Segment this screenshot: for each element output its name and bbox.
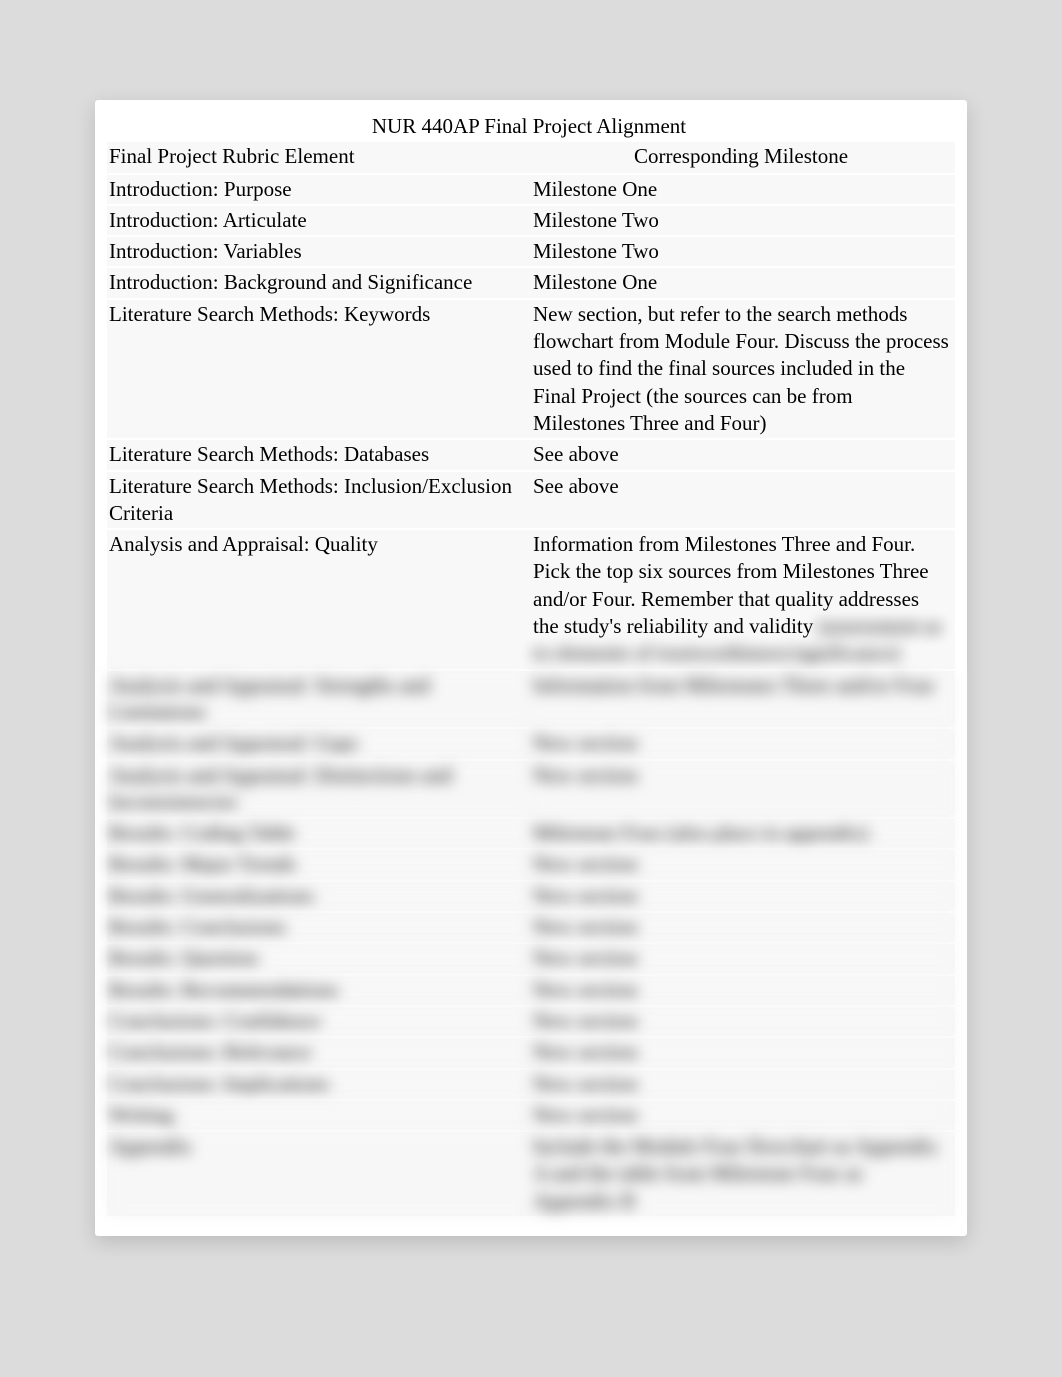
rubric-element-cell: Conclusions: Implications [107, 1069, 531, 1100]
table-row: Conclusions: RelevanceNew section [107, 1037, 955, 1068]
rubric-element-cell: Conclusions: Confidence [107, 1006, 531, 1037]
milestone-cell: Information from Milestones Three and/or… [531, 670, 955, 729]
table-row: Results: RecommendationsNew section [107, 975, 955, 1006]
rubric-element-cell: Introduction: Articulate [107, 205, 531, 236]
table-row: Results: GeneralizationsNew section [107, 881, 955, 912]
rubric-element-cell: Appendix [107, 1131, 531, 1217]
table-row: Results: Coding TableMilestone Four (als… [107, 818, 955, 849]
table-title-row: NUR 440AP Final Project Alignment [107, 112, 955, 142]
milestone-cell: Milestone One [531, 267, 955, 298]
rubric-element-cell: Analysis and Appraisal: Distinctions and… [107, 760, 531, 819]
rubric-element-cell: Introduction: Variables [107, 236, 531, 267]
milestone-cell: New section [531, 975, 955, 1006]
table-row: Introduction: Background and Significanc… [107, 267, 955, 298]
header-right: Corresponding Milestone [531, 142, 955, 173]
table-row: Analysis and Appraisal: QualityInformati… [107, 529, 955, 669]
table-row: Introduction: PurposeMilestone One [107, 174, 955, 205]
milestone-cell: Milestone Four (also place in appendix) [531, 818, 955, 849]
rubric-element-cell: Introduction: Background and Significanc… [107, 267, 531, 298]
rubric-element-cell: Results: Question [107, 943, 531, 974]
document-page: NUR 440AP Final Project Alignment Final … [95, 100, 967, 1236]
milestone-cell: New section [531, 1069, 955, 1100]
rubric-element-cell: Literature Search Methods: Inclusion/Exc… [107, 471, 531, 530]
table-row: WritingNew section [107, 1100, 955, 1131]
rubric-element-cell: Analysis and Appraisal: Strengths and Li… [107, 670, 531, 729]
milestone-cell: New section [531, 881, 955, 912]
milestone-cell: Information from Milestones Three and Fo… [531, 529, 955, 669]
table-row: Results: Major TrendsNew section [107, 849, 955, 880]
milestone-cell: New section [531, 1100, 955, 1131]
rubric-element-cell: Introduction: Purpose [107, 174, 531, 205]
milestone-cell: Include the Module Four flowchart as App… [531, 1131, 955, 1217]
milestone-cell: New section [531, 912, 955, 943]
table-row: Results: QuestionNew section [107, 943, 955, 974]
table-row: Conclusions: ConfidenceNew section [107, 1006, 955, 1037]
milestone-cell: New section, but refer to the search met… [531, 299, 955, 439]
table-row: Analysis and Appraisal: Distinctions and… [107, 760, 955, 819]
milestone-cell: Milestone One [531, 174, 955, 205]
table-row: AppendixInclude the Module Four flowchar… [107, 1131, 955, 1217]
milestone-cell: New section [531, 760, 955, 819]
milestone-cell: Milestone Two [531, 205, 955, 236]
table-row: Literature Search Methods: Inclusion/Exc… [107, 471, 955, 530]
rubric-element-cell: Results: Coding Table [107, 818, 531, 849]
milestone-cell: New section [531, 849, 955, 880]
rubric-element-cell: Analysis and Appraisal: Gaps [107, 728, 531, 759]
rubric-element-cell: Conclusions: Relevance [107, 1037, 531, 1068]
rubric-element-cell: Results: Major Trends [107, 849, 531, 880]
milestone-cell: Milestone Two [531, 236, 955, 267]
rubric-element-cell: Writing [107, 1100, 531, 1131]
alignment-table: NUR 440AP Final Project Alignment Final … [107, 112, 955, 1218]
milestone-cell: New section [531, 943, 955, 974]
milestone-cell: See above [531, 439, 955, 470]
rubric-element-cell: Literature Search Methods: Databases [107, 439, 531, 470]
table-row: Introduction: ArticulateMilestone Two [107, 205, 955, 236]
milestone-cell: New section [531, 728, 955, 759]
table-row: Analysis and Appraisal: Strengths and Li… [107, 670, 955, 729]
header-left: Final Project Rubric Element [107, 142, 531, 173]
rubric-element-cell: Literature Search Methods: Keywords [107, 299, 531, 439]
milestone-cell: New section [531, 1006, 955, 1037]
table-row: Literature Search Methods: KeywordsNew s… [107, 299, 955, 439]
table-title: NUR 440AP Final Project Alignment [107, 112, 955, 142]
rubric-element-cell: Results: Generalizations [107, 881, 531, 912]
table-row: Introduction: VariablesMilestone Two [107, 236, 955, 267]
table-row: Analysis and Appraisal: GapsNew section [107, 728, 955, 759]
table-row: Conclusions: ImplicationsNew section [107, 1069, 955, 1100]
table-row: Literature Search Methods: DatabasesSee … [107, 439, 955, 470]
milestone-cell: See above [531, 471, 955, 530]
rubric-element-cell: Results: Conclusions [107, 912, 531, 943]
table-header-row: Final Project Rubric Element Correspondi… [107, 142, 955, 173]
milestone-cell: New section [531, 1037, 955, 1068]
rubric-element-cell: Analysis and Appraisal: Quality [107, 529, 531, 669]
rubric-element-cell: Results: Recommendations [107, 975, 531, 1006]
table-row: Results: ConclusionsNew section [107, 912, 955, 943]
